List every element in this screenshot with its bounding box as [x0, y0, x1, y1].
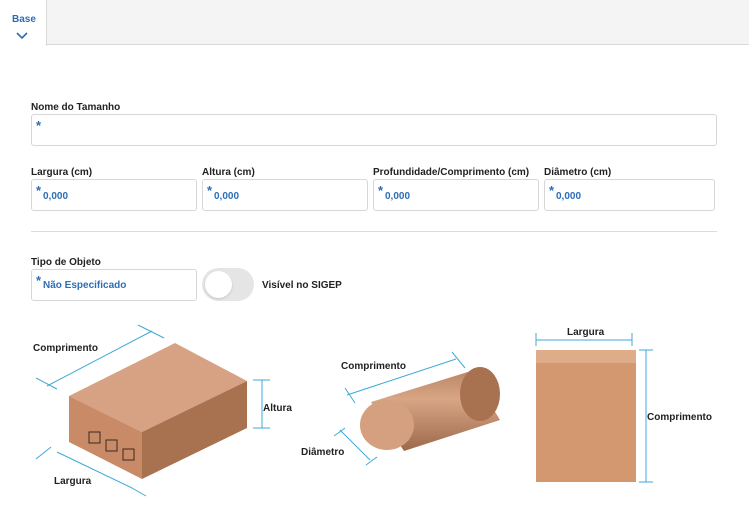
object-type-value: Não Especificado [43, 280, 127, 291]
tab-base-label: Base [12, 14, 36, 25]
height-value: 0,000 [214, 191, 240, 202]
width-label: Largura (cm) [31, 167, 93, 178]
cylinder-illustration: Comprimento Diâmetro [301, 351, 500, 466]
box-length-label: Comprimento [33, 343, 98, 354]
box-side [142, 381, 247, 479]
box-width-label: Largura [54, 476, 92, 487]
required-marker: * [36, 118, 42, 133]
width-input[interactable]: * 0,000 [31, 179, 197, 211]
height-input[interactable]: * 0,000 [202, 179, 368, 211]
required-marker: * [36, 273, 42, 288]
sigep-toggle[interactable] [202, 268, 254, 301]
diameter-input[interactable]: * 0,000 [544, 179, 715, 211]
cylinder-face [360, 400, 414, 450]
cylinder-diameter-label: Diâmetro [301, 447, 344, 458]
envelope-flap [536, 350, 636, 363]
width-value: 0,000 [43, 191, 69, 202]
envelope-illustration: Largura Comprimento [535, 327, 712, 483]
required-marker: * [207, 183, 213, 198]
name-input[interactable]: * [31, 114, 717, 146]
envelope-body [536, 350, 636, 482]
glass-icon [105, 439, 118, 452]
object-type-label: Tipo de Objeto [31, 257, 101, 268]
object-type-select[interactable]: * Não Especificado [31, 269, 197, 301]
required-marker: * [36, 183, 42, 198]
chevron-down-icon [16, 32, 28, 40]
cylinder-length-label: Comprimento [341, 361, 406, 372]
section-divider [31, 231, 717, 232]
sigep-toggle-label: Visível no SIGEP [262, 280, 342, 291]
diameter-label: Diâmetro (cm) [544, 167, 612, 178]
box-front [69, 396, 142, 479]
depth-value: 0,000 [385, 191, 411, 202]
envelope-length-label: Comprimento [647, 412, 712, 423]
tab-bar: Base [0, 0, 749, 46]
box-top [69, 343, 247, 432]
envelope-width-label: Largura [567, 327, 605, 338]
required-marker: * [549, 183, 555, 198]
umbrella-icon [122, 448, 135, 461]
cylinder-body [371, 371, 500, 451]
diameter-value: 0,000 [556, 191, 582, 202]
cylinder-back [460, 367, 500, 421]
fragile-icon [88, 431, 101, 444]
tab-base[interactable]: Base [0, 0, 47, 46]
box-illustration: Comprimento Altura Largura [33, 324, 292, 497]
required-marker: * [378, 183, 384, 198]
height-label: Altura (cm) [202, 167, 255, 178]
name-label: Nome do Tamanho [31, 102, 121, 113]
depth-label: Profundidade/Comprimento (cm) [373, 167, 530, 178]
dimension-illustrations: Comprimento Altura Largura Comprimento D… [33, 324, 712, 497]
depth-input[interactable]: * 0,000 [373, 179, 539, 211]
box-height-label: Altura [263, 403, 292, 414]
toggle-knob [205, 271, 232, 298]
